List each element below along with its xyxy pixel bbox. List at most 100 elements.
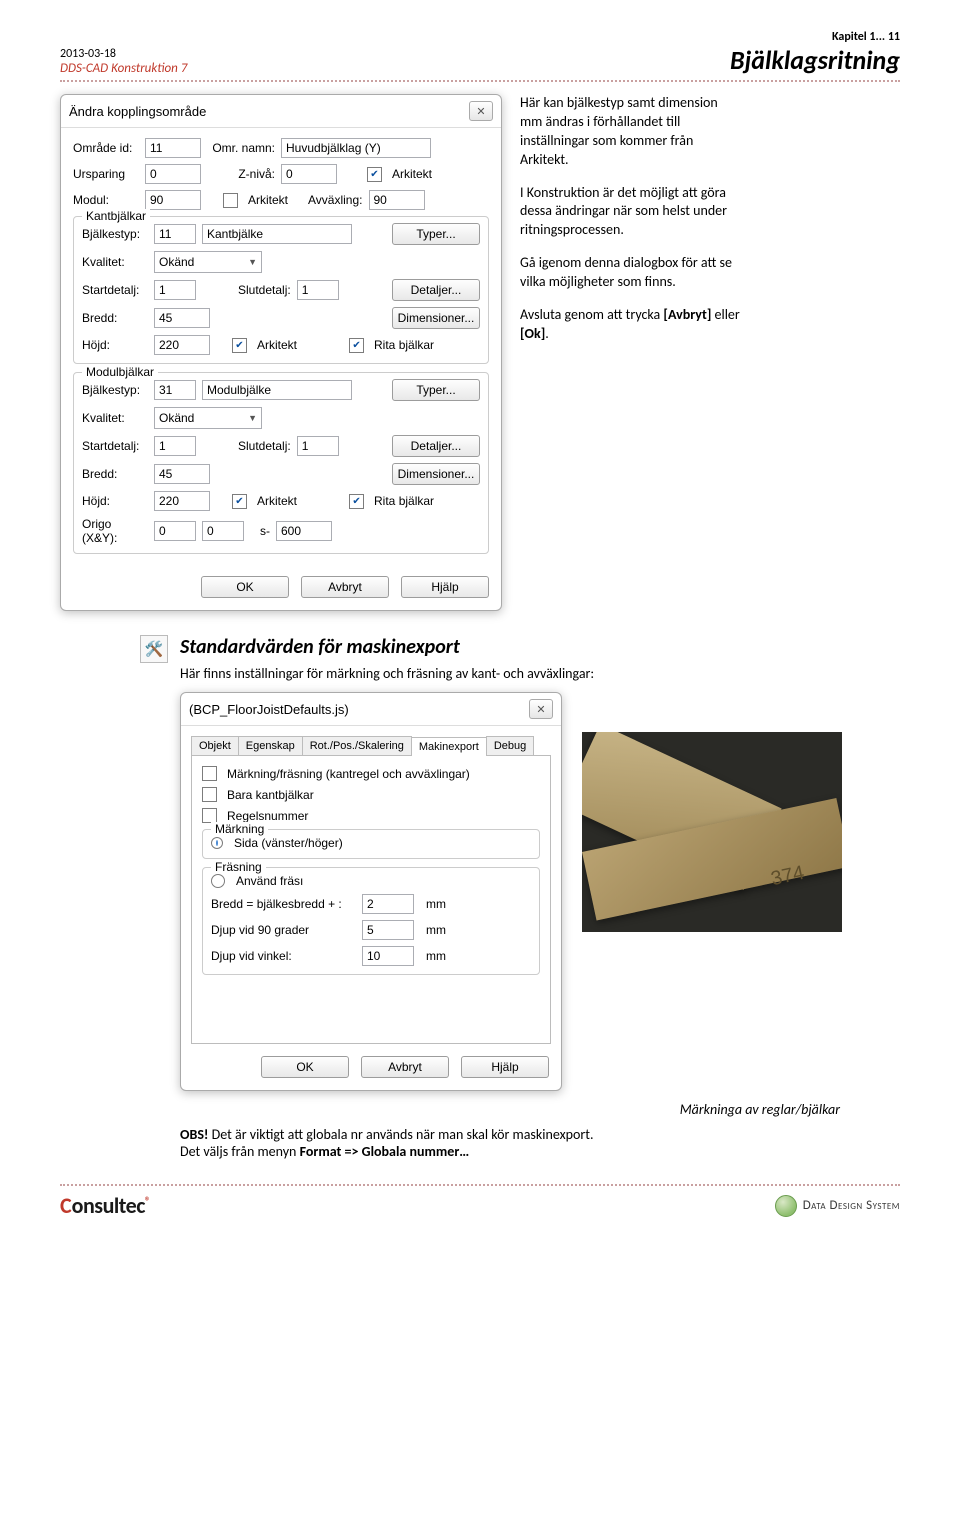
label-r2: Använd fräsı [236, 874, 303, 888]
legend-frasning: Fräsning [211, 860, 266, 874]
label-k-bjalkestyp: Bjälkestyp: [82, 227, 148, 241]
input-m-bjalke-text[interactable] [202, 380, 352, 400]
button-ok-dlg2[interactable]: OK [261, 1056, 349, 1078]
label-m-hojd: Höjd: [82, 494, 148, 508]
checkbox-arkitekt-modul[interactable] [223, 193, 238, 208]
header-date: 2013-03-18 [60, 47, 187, 61]
tab-bar: Objekt Egenskap Rot./Pos./Skalering Maki… [191, 736, 551, 756]
close-icon[interactable]: ✕ [529, 699, 553, 719]
radio-anvand-fras[interactable] [211, 874, 225, 888]
tab-objekt[interactable]: Objekt [191, 736, 239, 755]
header-title: Bjälklagsritning [730, 44, 900, 76]
input-ss[interactable] [276, 521, 332, 541]
input-k-bjalkestyp[interactable] [154, 224, 196, 244]
label-m-bjalkestyp: Bjälkestyp: [82, 383, 148, 397]
side-p4: Avsluta genom att trycka [Avbryt] eller … [520, 306, 740, 344]
label-arkitekt-top: Arkitekt [392, 167, 432, 181]
label-modul: Modul: [73, 193, 139, 207]
label-avvaxling: Avväxling: [308, 193, 362, 207]
checkbox-k-rita[interactable] [349, 338, 364, 353]
input-k-bjalke-text[interactable] [202, 224, 352, 244]
dialog-machine-export-defaults: (BCP_FloorJoistDefaults.js) ✕ Objekt Ege… [180, 692, 562, 1091]
tab-debug[interactable]: Debug [486, 736, 534, 755]
button-ok-dlg1[interactable]: OK [201, 576, 289, 598]
input-omrnamn[interactable] [281, 138, 431, 158]
input-m-slutdetalj[interactable] [297, 436, 339, 456]
group-markning: Märkning Sida (vänster/höger) [202, 829, 540, 859]
button-detaljer-kant[interactable]: Detaljer... [392, 279, 480, 301]
label-m-bredd: Bredd: [82, 467, 148, 481]
tab-rotpos[interactable]: Rot./Pos./Skalering [302, 736, 412, 755]
input-fras-bredd[interactable] [362, 894, 414, 914]
input-avvaxling[interactable] [369, 190, 425, 210]
button-typer-modul[interactable]: Typer... [392, 379, 480, 401]
side-p3: Gå igenom denna dialogbox för att se vil… [520, 254, 740, 292]
input-ursparing[interactable] [145, 164, 201, 184]
input-zniva[interactable] [281, 164, 337, 184]
label-k-bredd: Bredd: [82, 311, 148, 325]
input-modul[interactable] [145, 190, 201, 210]
checkbox-regelsnr[interactable] [202, 808, 217, 823]
input-omrade[interactable] [145, 138, 201, 158]
label-zniva: Z-nivå: [207, 167, 275, 181]
input-k-startdetalj[interactable] [154, 280, 196, 300]
checkbox-markning-frasning[interactable] [202, 766, 217, 781]
dialog-title: Ändra kopplingsområde [69, 104, 206, 119]
button-avbryt-dlg2[interactable]: Avbryt [361, 1056, 449, 1078]
input-k-hojd[interactable] [154, 335, 210, 355]
logo-dds: Data Design System [775, 1195, 900, 1217]
button-hjalp-dlg2[interactable]: Hjälp [461, 1056, 549, 1078]
select-k-kvalitet[interactable]: Okänd▼ [154, 251, 262, 273]
label-k-rita: Rita bjälkar [374, 338, 434, 352]
button-dimensioner-modul[interactable]: Dimensioner... [392, 463, 480, 485]
checkbox-m-arkitekt[interactable] [232, 494, 247, 509]
chevron-down-icon: ▼ [248, 257, 257, 267]
checkbox-bara-kant[interactable] [202, 787, 217, 802]
select-m-kvalitet[interactable]: Okänd▼ [154, 407, 262, 429]
label-c2: Bara kantbjälkar [227, 788, 314, 802]
button-hjalp-dlg1[interactable]: Hjälp [401, 576, 489, 598]
input-djup-90[interactable] [362, 920, 414, 940]
dialog2-title: (BCP_FloorJoistDefaults.js) [189, 702, 349, 717]
label-c1: Märkning/fräsning (kantregel och avväxli… [227, 767, 470, 781]
label-bredd-frasning: Bredd = bjälkesbredd + : [211, 897, 356, 911]
tab-makinexport[interactable]: Makinexport [411, 737, 487, 756]
input-m-bjalkestyp[interactable] [154, 380, 196, 400]
input-djup-vinkel[interactable] [362, 946, 414, 966]
checkbox-m-rita[interactable] [349, 494, 364, 509]
input-origo-y[interactable] [202, 521, 244, 541]
checkbox-arkitekt-top[interactable] [367, 167, 382, 182]
group-frasning: Fräsning Använd fräsı Bredd = bjälkesbre… [202, 867, 540, 975]
input-m-startdetalj[interactable] [154, 436, 196, 456]
button-dimensioner-kant[interactable]: Dimensioner... [392, 307, 480, 329]
tab-egenskap[interactable]: Egenskap [238, 736, 303, 755]
radio-sida[interactable] [211, 837, 223, 849]
close-icon[interactable]: ✕ [469, 101, 493, 121]
button-avbryt-dlg1[interactable]: Avbryt [301, 576, 389, 598]
button-typer-kant[interactable]: Typer... [392, 223, 480, 245]
input-origo-x[interactable] [154, 521, 196, 541]
label-k-hojd: Höjd: [82, 338, 148, 352]
dds-text: Data Design System [803, 1198, 900, 1213]
header-chapter: Kapitel 1... 11 [730, 30, 900, 44]
input-m-hojd[interactable] [154, 491, 210, 511]
label-m-arkitekt: Arkitekt [257, 494, 297, 508]
input-m-bredd[interactable] [154, 464, 210, 484]
label-ursparing: Ursparing [73, 167, 139, 181]
globe-icon [775, 1195, 797, 1217]
button-detaljer-modul[interactable]: Detaljer... [392, 435, 480, 457]
input-k-bredd[interactable] [154, 308, 210, 328]
label-k-startdetalj: Startdetalj: [82, 283, 148, 297]
header-product: DDS-CAD Konstruktion 7 [60, 61, 187, 76]
unit-mm-2: mm [426, 923, 446, 937]
logo-consultec: Consultec® [60, 1192, 151, 1219]
legend-markning: Märkning [211, 822, 268, 836]
section-desc: Här finns inställningar för märkning och… [180, 665, 900, 682]
group-kantbjalkar: Kantbjälkar Bjälkestyp: Typer... Kvalite… [73, 216, 489, 364]
input-k-slutdetalj[interactable] [297, 280, 339, 300]
checkbox-k-arkitekt[interactable] [232, 338, 247, 353]
label-arkitekt-modul: Arkitekt [248, 193, 288, 207]
label-ss: s- [250, 524, 270, 538]
dialog-change-connection-area: Ändra kopplingsområde ✕ Område id: Omr. … [60, 94, 502, 611]
label-m-kvalitet: Kvalitet: [82, 411, 148, 425]
